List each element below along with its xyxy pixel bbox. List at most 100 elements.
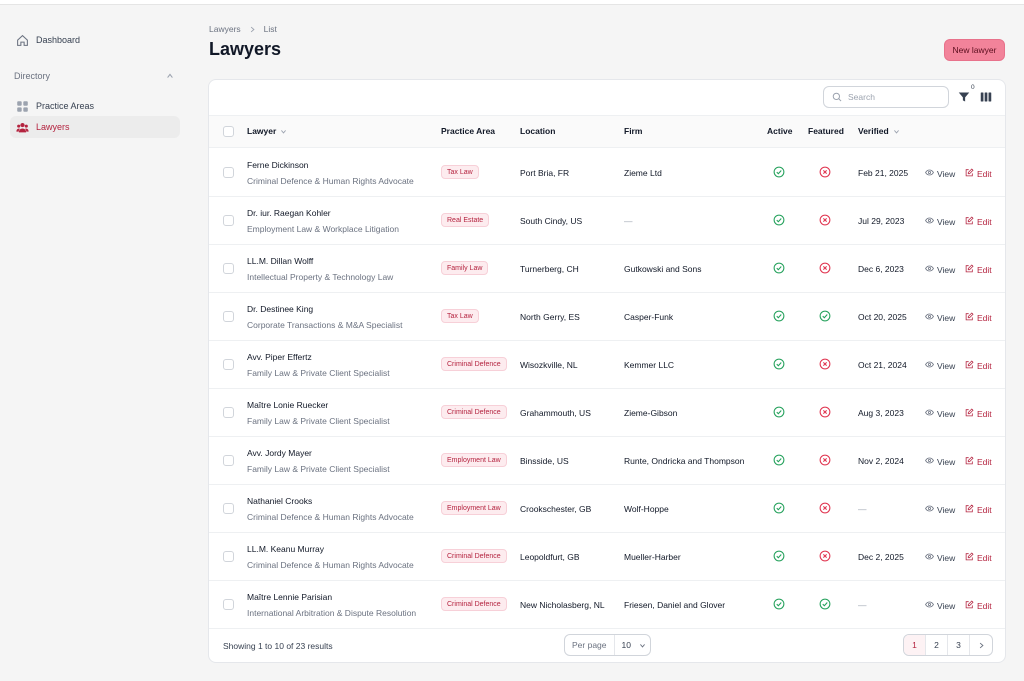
sidebar-group-directory[interactable]: Directory [14,71,174,81]
sidebar-item-practice-areas[interactable]: Practice Areas [10,95,180,117]
breadcrumb-current: List [263,24,277,34]
row-checkbox[interactable] [223,407,234,418]
x-circle-icon [819,550,831,562]
check-circle-icon [773,262,785,274]
practice-area-badge: Criminal Defence [441,597,507,611]
edit-label: Edit [977,552,992,563]
firm-cell: Wolf-Hoppe [624,504,669,514]
view-button[interactable]: View [925,168,955,179]
column-header-lawyer[interactable]: Lawyer [247,126,287,136]
select-all-checkbox[interactable] [223,126,234,137]
search-input[interactable]: Search [823,86,949,108]
practice-area-badge: Criminal Defence [441,405,507,419]
verified-date: Dec 2, 2025 [858,552,904,562]
filter-icon[interactable] [958,91,970,103]
view-button[interactable]: View [925,600,955,611]
edit-button[interactable]: Edit [965,360,992,371]
row-checkbox[interactable] [223,503,234,514]
table-row: Avv. Piper Effertz Family Law & Private … [209,341,1005,389]
view-button[interactable]: View [925,264,955,275]
view-button[interactable]: View [925,408,955,419]
column-header-location: Location [520,126,556,136]
location-cell: South Cindy, US [520,216,583,226]
edit-button[interactable]: Edit [965,408,992,419]
check-circle-icon [773,502,785,514]
edit-button[interactable]: Edit [965,456,992,467]
sidebar-item-lawyers[interactable]: Lawyers [10,116,180,138]
table-row: Nathaniel Crooks Criminal Defence & Huma… [209,485,1005,533]
table-footer: Showing 1 to 10 of 23 results Per page 1… [209,628,1005,662]
edit-button[interactable]: Edit [965,312,992,323]
view-button[interactable]: View [925,312,955,323]
table-row: LL.M. Dillan Wolff Intellectual Property… [209,245,1005,293]
table-toolbar: Search 0 [209,80,1005,116]
firm-cell: Zieme Ltd [624,168,662,178]
check-circle-icon [773,598,785,610]
row-checkbox[interactable] [223,599,234,610]
x-circle-icon [819,406,831,418]
home-icon [17,34,28,46]
check-circle-icon [773,454,785,466]
edit-label: Edit [977,312,992,323]
lawyer-description: Employment Law & Workplace Litigation [247,224,399,234]
view-label: View [937,600,956,611]
eye-icon [925,504,934,515]
lawyer-name: LL.M. Dillan Wolff [247,256,314,266]
view-button[interactable]: View [925,504,955,515]
check-circle-icon [773,310,785,322]
per-page-label: Per page [565,635,615,655]
edit-button[interactable]: Edit [965,504,992,515]
column-header-verified[interactable]: Verified [858,126,900,136]
row-checkbox[interactable] [223,359,234,370]
edit-button[interactable]: Edit [965,216,992,227]
edit-button[interactable]: Edit [965,168,992,179]
verified-date: Dec 6, 2023 [858,264,904,274]
firm-cell: Mueller-Harber [624,552,681,562]
breadcrumb-link-lawyers[interactable]: Lawyers [209,24,241,34]
edit-label: Edit [977,504,992,515]
eye-icon [925,600,934,611]
practice-area-badge: Criminal Defence [441,549,507,563]
page-button-2[interactable]: 2 [926,635,948,655]
new-lawyer-button[interactable]: New lawyer [944,39,1005,61]
breadcrumb: Lawyers List [209,24,277,34]
table-row: Dr. iur. Raegan Kohler Employment Law & … [209,197,1005,245]
row-checkbox[interactable] [223,215,234,226]
row-checkbox[interactable] [223,311,234,322]
column-header-firm: Firm [624,126,643,136]
verified-date: — [858,504,867,514]
view-label: View [937,360,956,371]
row-checkbox[interactable] [223,551,234,562]
sidebar-item-dashboard[interactable]: Dashboard [10,29,180,51]
column-header-label: Verified [858,126,889,136]
view-button[interactable]: View [925,552,955,563]
location-cell: Grahammouth, US [520,408,591,418]
view-button[interactable]: View [925,216,955,227]
row-checkbox[interactable] [223,263,234,274]
next-page-button[interactable] [970,635,992,655]
edit-icon [965,312,974,323]
sidebar: Dashboard Directory Practice Areas Lawye… [0,5,190,681]
view-button[interactable]: View [925,360,955,371]
page-button-1[interactable]: 1 [904,635,926,655]
page-title: Lawyers [209,39,282,59]
view-button[interactable]: View [925,456,955,467]
x-circle-icon [819,502,831,514]
columns-icon[interactable] [980,91,992,103]
edit-icon [965,408,974,419]
edit-label: Edit [977,408,992,419]
row-checkbox[interactable] [223,455,234,466]
per-page-select[interactable]: Per page 10 [564,634,651,656]
column-header-practice-area: Practice Area [441,126,496,136]
location-cell: North Gerry, ES [520,312,580,322]
edit-button[interactable]: Edit [965,264,992,275]
column-header-featured: Featured [808,126,844,136]
edit-button[interactable]: Edit [965,552,992,563]
lawyer-name: Ferne Dickinson [247,160,309,170]
eye-icon [925,312,934,323]
lawyers-table-card: Search 0 Lawyer Practice Area Location F… [208,79,1006,663]
location-cell: Turnerberg, CH [520,264,579,274]
edit-button[interactable]: Edit [965,600,992,611]
row-checkbox[interactable] [223,167,234,178]
page-button-3[interactable]: 3 [948,635,970,655]
